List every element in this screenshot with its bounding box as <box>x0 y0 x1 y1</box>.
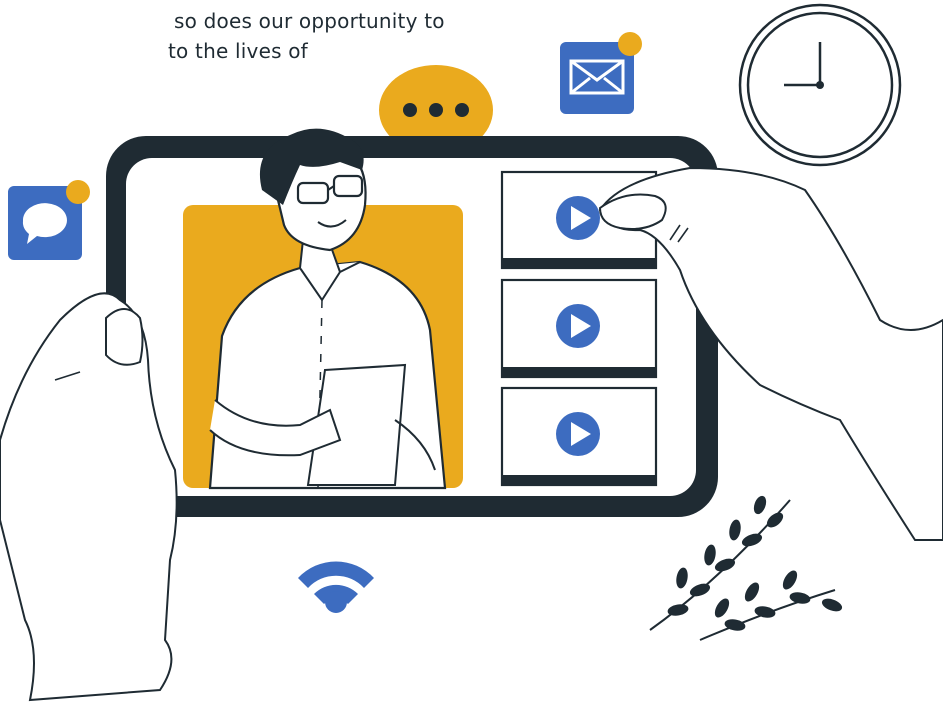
video-thumbnail[interactable] <box>500 386 658 487</box>
clock-icon <box>738 3 902 167</box>
wifi-icon <box>298 561 374 613</box>
chat-bubble-icon <box>8 180 90 260</box>
play-icon[interactable] <box>556 196 600 240</box>
play-icon[interactable] <box>556 412 600 456</box>
mail-icon <box>560 32 642 114</box>
play-icon[interactable] <box>556 304 600 348</box>
video-thumbnail[interactable] <box>500 278 658 379</box>
illustration <box>0 3 943 702</box>
